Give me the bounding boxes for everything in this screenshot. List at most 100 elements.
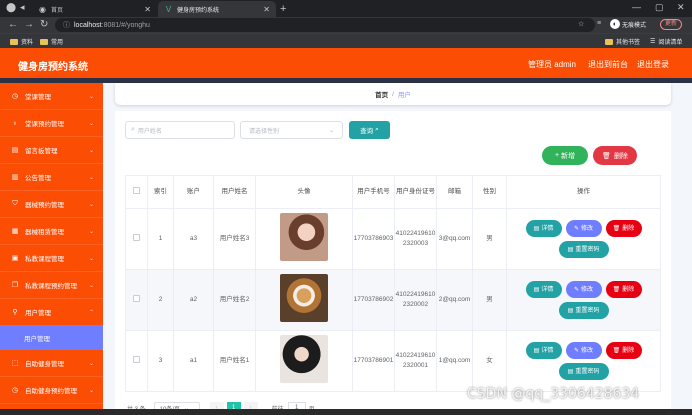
detail-button[interactable]: ▤ 详情 <box>525 281 562 298</box>
back-icon[interactable]: ← <box>8 19 18 31</box>
clock-icon: ◷ <box>11 387 19 394</box>
close-window-icon[interactable]: ✕ <box>677 2 685 13</box>
cell-id-card: 410224196102320001 <box>394 330 437 392</box>
folder-icon <box>40 38 48 45</box>
cell-gender: 男 <box>472 269 507 331</box>
column-header: 头像 <box>255 175 353 209</box>
row-checkbox[interactable] <box>133 294 140 302</box>
delete-button[interactable]: 🗑 删除 <box>605 220 642 237</box>
sidebar-item-user-mgmt[interactable]: ⚲ 用户管理 ⌃ <box>0 299 103 326</box>
table-header-row: 索引 账户 用户姓名 头像 用户手机号 用户身份证号 邮箱 性别 操作 <box>125 175 661 209</box>
to-front-link[interactable]: 退出到前台 <box>588 59 628 70</box>
row-checkbox[interactable] <box>133 233 140 241</box>
tab-home[interactable]: ◉ 首页 ✕ <box>32 1 157 17</box>
tab-app[interactable]: V 健身房预约系统 ✕ <box>158 1 276 17</box>
reset-password-button[interactable]: ▤ 重置密码 <box>558 302 609 319</box>
taskbar-strip <box>0 409 692 415</box>
browser-toolbar: ← → ↻ ⓘ localhost:8081/#/yonghu ☆ ≡ ◐ 无痕… <box>0 17 692 33</box>
query-button[interactable]: 查询 ⌕ <box>349 121 390 139</box>
row-checkbox[interactable] <box>133 355 140 363</box>
column-header: 性别 <box>472 175 507 209</box>
chevron-up-icon: ⌃ <box>88 309 94 316</box>
grid-icon: ▦ <box>11 228 19 235</box>
gender-select[interactable]: 请选择性别 ⌄ <box>240 121 343 139</box>
incognito-profile[interactable]: ◐ 无痕模式 <box>610 19 646 29</box>
row-actions: ▤ 详情 ✎ 修改 🗑 删除 ▤ 重置密码 <box>521 220 646 258</box>
main-content: 首页 / 用户 ⌕ 用户姓名 请选择性别 ⌄ 查询 ⌕ + 新增 🗑 删除 索引… <box>103 83 692 415</box>
detail-button[interactable]: ▤ 详情 <box>525 220 562 237</box>
cell-gender: 男 <box>472 208 507 270</box>
cell-index: 2 <box>147 269 174 331</box>
trash-icon: 🗑 <box>612 225 621 232</box>
incognito-icon: ◐ <box>610 19 620 29</box>
sidebar-item-message-board[interactable]: ▤ 留言板管理 ⌄ <box>0 137 103 164</box>
breadcrumb-home[interactable]: 首页 <box>375 89 388 99</box>
maximize-icon[interactable]: ▢ <box>655 2 664 13</box>
tab-list-icon[interactable]: ◂ <box>20 2 25 13</box>
name-search-placeholder: 用户姓名 <box>137 128 162 135</box>
edit-icon: ✎ <box>573 347 579 354</box>
inbox-icon: ▣ <box>11 255 19 262</box>
sidebar-item-equipment-rental[interactable]: ▦ 器械租赁管理 ⌄ <box>0 218 103 245</box>
edit-button[interactable]: ✎ 修改 <box>565 342 602 359</box>
sidebar-item-equipment-booking[interactable]: ⛉ 器械预约管理 ⌄ <box>0 191 103 218</box>
app-header: 健身房预约系统 管理员 admin 退出到前台 退出登录 <box>0 48 692 78</box>
select-all-checkbox[interactable] <box>133 186 140 194</box>
avatar <box>280 274 328 322</box>
sidebar-item-class-mgmt[interactable]: ◷ 堂课管理 ⌄ <box>0 83 103 110</box>
star-icon[interactable]: ☆ <box>578 20 584 28</box>
bookmark-folder[interactable]: 常用 <box>40 37 63 46</box>
forward-icon[interactable]: → <box>24 19 34 31</box>
sidebar-item-self-fitness[interactable]: ⬚ 自助健身管理 ⌄ <box>0 350 103 377</box>
column-header: 索引 <box>147 175 174 209</box>
reset-password-button[interactable]: ▤ 重置密码 <box>558 363 609 380</box>
edit-button[interactable]: ✎ 修改 <box>565 220 602 237</box>
reload-icon[interactable]: ↻ <box>40 19 48 31</box>
sidebar-subitem-user-mgmt[interactable]: 用户管理 <box>0 326 103 350</box>
bookmark-folder[interactable]: 资料 <box>10 37 33 46</box>
cell-phone: 17703786901 <box>352 330 395 392</box>
close-icon[interactable]: ✕ <box>144 5 151 14</box>
delete-button[interactable]: 🗑 删除 <box>605 342 642 359</box>
detail-button[interactable]: ▤ 详情 <box>525 342 562 359</box>
cell-email: 1@qq.com <box>436 330 473 392</box>
table-row: 1 a3 用户姓名3 17703786903 41022419610232000… <box>125 208 661 270</box>
edit-button[interactable]: ✎ 修改 <box>565 281 602 298</box>
github-icon[interactable]: ⬤ <box>6 2 16 13</box>
add-button[interactable]: + 新增 <box>542 146 588 165</box>
update-button[interactable]: 更新 <box>660 19 683 30</box>
reading-list[interactable]: ☰ 阅读清单 <box>650 37 682 46</box>
sidebar-item-private-course-booking[interactable]: ❐ 私教课程预约管理 ⌄ <box>0 272 103 299</box>
name-search-input[interactable]: ⌕ 用户姓名 <box>125 121 235 139</box>
clock-icon: ◷ <box>11 93 19 100</box>
bookmark-folder[interactable]: 其他书签 <box>605 37 640 46</box>
watermark: CSDN @qq_3306428634 <box>467 386 640 402</box>
breadcrumb-current: 用户 <box>397 92 411 99</box>
cell-email: 2@qq.com <box>436 269 473 331</box>
column-header: 用户姓名 <box>213 175 256 209</box>
new-tab-icon[interactable]: + <box>280 3 286 15</box>
sidebar-item-notice[interactable]: ▥ 公告管理 ⌄ <box>0 164 103 191</box>
browser-tab-bar: ⬤ ◂ ◉ 首页 ✕ V 健身房预约系统 ✕ + — ▢ ✕ <box>0 0 692 17</box>
sidebar-item-class-booking[interactable]: ♁ 堂课预约管理 ⌄ <box>0 110 103 137</box>
minimize-icon[interactable]: — <box>632 2 641 12</box>
chevron-down-icon: ⌄ <box>88 282 94 289</box>
delete-button[interactable]: 🗑 删除 <box>605 281 642 298</box>
cell-name: 用户姓名1 <box>213 330 256 392</box>
reset-password-button[interactable]: ▤ 重置密码 <box>558 241 609 258</box>
sidebar-item-private-course[interactable]: ▣ 私教课程管理 ⌄ <box>0 245 103 272</box>
address-bar[interactable]: ⓘ localhost:8081/#/yonghu <box>55 18 595 32</box>
chevron-down-icon: ⌄ <box>88 360 94 367</box>
select-all-cell <box>125 175 148 209</box>
info-icon: ⓘ <box>63 22 70 29</box>
column-header: 用户身份证号 <box>394 175 437 209</box>
logout-link[interactable]: 退出登录 <box>637 59 669 70</box>
user-panel: ⌕ 用户姓名 请选择性别 ⌄ 查询 ⌕ + 新增 🗑 删除 索引 账户 用户姓名… <box>115 111 671 415</box>
extensions-icon[interactable]: ≡ <box>597 20 601 27</box>
chevron-down-icon: ⌄ <box>88 201 94 208</box>
plus-icon: + <box>554 152 560 159</box>
sidebar-item-self-fitness-booking[interactable]: ◷ 自助健身预约管理 ⌄ <box>0 377 103 404</box>
close-icon[interactable]: ✕ <box>263 5 270 14</box>
app-root: 健身房预约系统 管理员 admin 退出到前台 退出登录 ◷ 堂课管理 ⌄ ♁ 堂课预… <box>0 48 692 415</box>
batch-delete-button[interactable]: 🗑 删除 <box>593 146 637 165</box>
